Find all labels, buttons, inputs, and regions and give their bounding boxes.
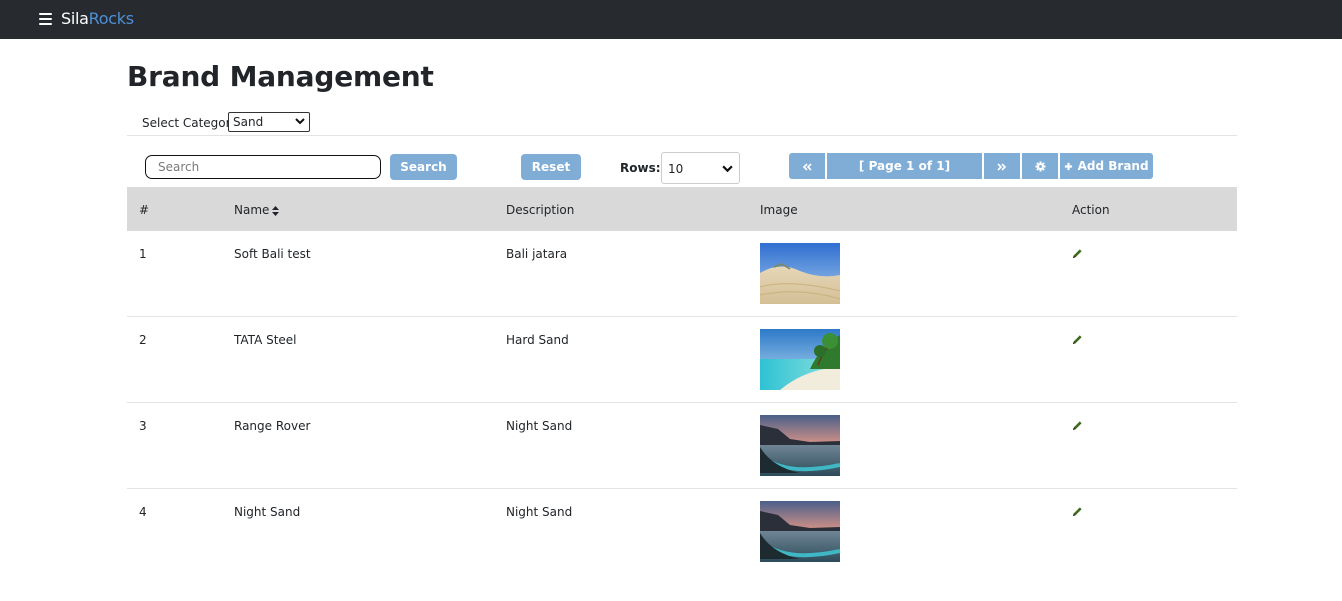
desert-dunes-photo [760,243,840,304]
category-selected-value: Sand [233,115,264,129]
sunset-coast-photo [760,415,840,476]
row-name: Soft Bali test [234,247,311,261]
double-left-chevron-icon [802,162,812,171]
pencil-icon[interactable] [1072,506,1083,517]
row-index: 1 [139,247,147,261]
chevron-down-icon [722,165,733,173]
row-index: 2 [139,333,147,347]
rows-label: Rows: [620,161,661,175]
row-description: Bali jatara [506,247,568,261]
pencil-icon[interactable] [1072,248,1083,259]
pencil-icon[interactable] [1072,420,1083,431]
header-name[interactable]: Name [234,203,280,217]
sunset-coast-photo [760,501,840,562]
divider [127,135,1237,136]
search-button[interactable]: Search [390,154,457,180]
header-description: Description [506,203,575,217]
category-select[interactable]: Sand [228,112,310,132]
row-index: 4 [139,505,147,519]
header-image: Image [760,203,798,217]
category-label: Select Category [142,116,238,130]
table-row: 1 Soft Bali test Bali jatara [127,231,1237,317]
reset-button[interactable]: Reset [521,154,581,180]
pencil-icon[interactable] [1072,334,1083,345]
chevron-down-icon [295,118,305,125]
hamburger-icon[interactable] [39,13,52,25]
sort-icon [272,205,280,216]
table-row: 4 Night Sand Night Sand [127,489,1237,575]
table-row: 2 TATA Steel Hard Sand [127,317,1237,403]
row-description: Night Sand [506,505,573,519]
gear-icon [1034,161,1046,172]
plus-icon [1065,162,1073,171]
top-navbar: SilaRocks [0,0,1342,39]
row-index: 3 [139,419,147,433]
row-name: Range Rover [234,419,311,433]
table-row: 3 Range Rover Night Sand [127,403,1237,489]
rows-selected-value: 10 [668,162,684,176]
first-page-button[interactable] [789,153,825,179]
search-input[interactable]: Search [145,155,381,179]
tropical-beach-photo [760,329,840,390]
page-title: Brand Management [127,60,434,93]
row-name: TATA Steel [234,333,297,347]
row-name: Night Sand [234,505,301,519]
settings-button[interactable] [1022,153,1058,179]
add-brand-label: Add Brand [1077,159,1149,173]
double-right-chevron-icon [997,162,1007,171]
header-action: Action [1072,203,1110,217]
rows-select[interactable]: 10 [661,152,740,184]
next-page-button[interactable] [984,153,1020,179]
brand-part-2: Rocks [88,9,134,28]
row-description: Night Sand [506,419,573,433]
header-name-label: Name [234,203,270,217]
row-description: Hard Sand [506,333,569,347]
add-brand-button[interactable]: Add Brand [1060,153,1153,179]
page-info: [ Page 1 of 1] [827,153,982,179]
header-index: # [139,203,150,217]
brand-part-1: Sila [61,9,89,28]
table-header: # Name Description Image Action [127,187,1237,231]
app-brand[interactable]: SilaRocks [61,9,134,28]
